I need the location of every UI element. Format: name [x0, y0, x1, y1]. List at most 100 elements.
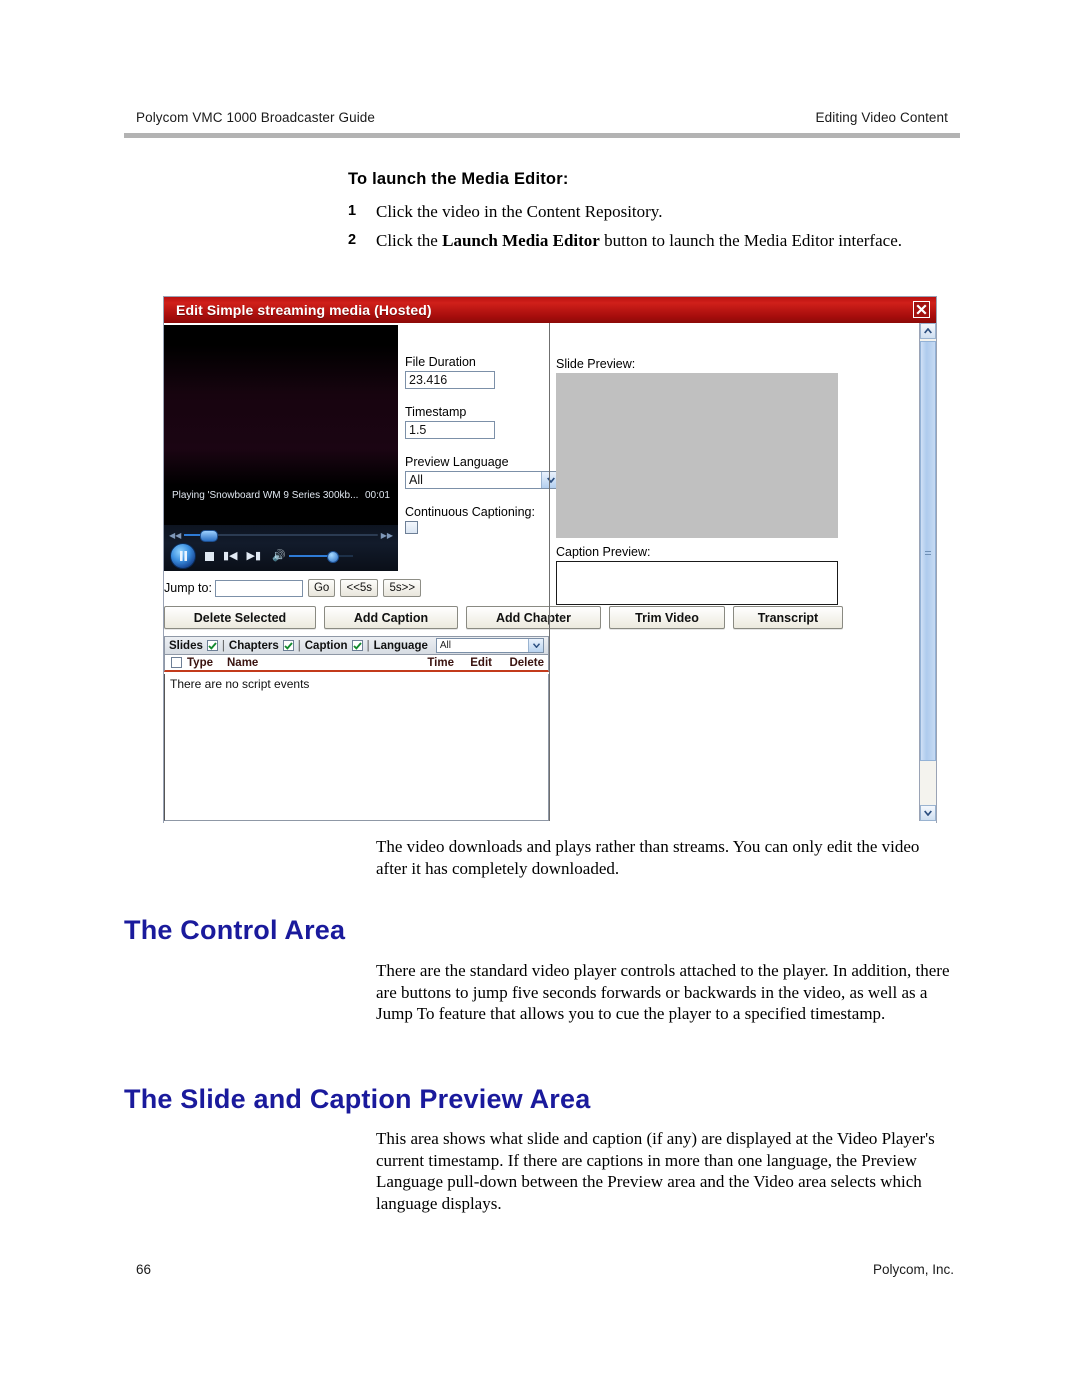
- filter-language-label: Language: [373, 639, 428, 652]
- running-head-left: Polycom VMC 1000 Broadcaster Guide: [136, 110, 376, 125]
- continuous-captioning-label: Continuous Captioning:: [405, 505, 535, 519]
- jump-to-input[interactable]: [214, 579, 303, 597]
- preview-language-select[interactable]: All: [405, 471, 560, 489]
- timestamp-input[interactable]: 1.5: [405, 421, 495, 439]
- trim-video-button[interactable]: Trim Video: [609, 606, 725, 629]
- dialog-titlebar: Edit Simple streaming media (Hosted): [164, 297, 936, 323]
- panel-divider: [549, 323, 550, 821]
- video-controls: ◀◀ ▶▶ ▮◀ ▶▮ 🔊: [164, 525, 398, 571]
- video-elapsed-time: 00:01: [364, 489, 390, 501]
- separator: |: [221, 639, 225, 652]
- procedure-heading: To launch the Media Editor:: [348, 170, 569, 188]
- add-caption-button[interactable]: Add Caption: [324, 606, 458, 629]
- action-button-row: Delete Selected Add Caption Add Chapter …: [164, 606, 843, 629]
- empty-state-message: There are no script events: [170, 677, 310, 691]
- step-text: Click the Launch Media Editor button to …: [376, 231, 902, 250]
- jump-to-row: Jump to: Go <<5s 5s>>: [164, 579, 422, 597]
- delete-selected-button[interactable]: Delete Selected: [164, 606, 316, 629]
- select-all-checkbox[interactable]: [165, 657, 187, 668]
- continuous-captioning-checkbox[interactable]: [405, 521, 418, 534]
- page-number: 66: [136, 1262, 152, 1277]
- timestamp-label: Timestamp: [405, 405, 467, 419]
- file-duration-label: File Duration: [405, 355, 476, 369]
- forward-5s-button[interactable]: 5s>>: [383, 579, 422, 597]
- dialog-title: Edit Simple streaming media (Hosted): [176, 302, 432, 318]
- chevron-down-icon[interactable]: [920, 805, 936, 821]
- column-header-edit: Edit: [470, 656, 492, 669]
- procedure-steps: 1 Click the video in the Content Reposit…: [348, 201, 948, 259]
- filter-chapters-label: Chapters: [228, 639, 279, 652]
- file-duration-input[interactable]: 23.416: [405, 371, 495, 389]
- list-item: 1 Click the video in the Content Reposit…: [348, 201, 948, 222]
- preview-language-label: Preview Language: [405, 455, 509, 469]
- volume-handle[interactable]: [326, 551, 339, 563]
- separator: |: [297, 639, 301, 652]
- filter-caption-label: Caption: [304, 639, 348, 652]
- script-filter-bar: Slides | Chapters | Caption | Language A…: [164, 636, 549, 655]
- video-status-bar: Playing 'Snowboard WM 9 Series 300kb... …: [164, 487, 398, 503]
- volume-icon[interactable]: 🔊: [272, 550, 286, 562]
- separator: |: [366, 639, 370, 652]
- slide-preview-area: [556, 373, 838, 538]
- preview-language-value: All: [409, 473, 423, 487]
- seek-bar[interactable]: ◀◀ ▶▶: [164, 528, 398, 542]
- caption-preview-label: Caption Preview:: [556, 545, 651, 559]
- volume-control[interactable]: 🔊: [272, 550, 353, 563]
- slide-preview-label: Slide Preview:: [556, 357, 636, 371]
- step-number: 2: [348, 232, 357, 248]
- footer-company: Polycom, Inc.: [872, 1262, 954, 1277]
- video-status-text: Playing 'Snowboard WM 9 Series 300kb...: [172, 489, 359, 501]
- step-number: 1: [348, 203, 357, 219]
- transcript-button[interactable]: Transcript: [733, 606, 843, 629]
- preview-language-field: Preview Language All: [405, 455, 560, 489]
- scrollbar-thumb[interactable]: [920, 341, 936, 761]
- continuous-captioning-field: Continuous Captioning:: [405, 505, 535, 534]
- pause-icon[interactable]: [170, 543, 196, 569]
- close-icon[interactable]: [913, 301, 930, 318]
- seek-track[interactable]: [184, 530, 378, 542]
- next-track-icon[interactable]: ▶▮: [247, 550, 262, 562]
- rewind-icon[interactable]: ◀◀: [169, 531, 181, 540]
- chevron-down-icon[interactable]: [528, 639, 543, 652]
- dialog-body: Playing 'Snowboard WM 9 Series 300kb... …: [164, 323, 936, 823]
- running-head: Polycom VMC 1000 Broadcaster Guide Editi…: [136, 110, 948, 125]
- section-text-control-area: There are the standard video player cont…: [376, 961, 950, 1023]
- running-head-right: Editing Video Content: [815, 110, 948, 125]
- header-rule: [124, 133, 960, 138]
- list-item: 2 Click the Launch Media Editor button t…: [348, 230, 948, 251]
- column-header-type: Type: [187, 656, 213, 669]
- previous-track-icon[interactable]: ▮◀: [223, 550, 238, 562]
- filter-language-value: All: [439, 640, 451, 651]
- scrollbar[interactable]: [919, 323, 936, 821]
- jump-to-label: Jump to:: [164, 581, 212, 595]
- stop-icon[interactable]: [205, 551, 214, 561]
- column-header-time: Time: [427, 656, 454, 669]
- section-text-preview-area: This area shows what slide and caption (…: [376, 1129, 935, 1213]
- page: Polycom VMC 1000 Broadcaster Guide Editi…: [0, 0, 1080, 1397]
- script-events-table-header: Type Name Time Edit Delete: [164, 655, 549, 672]
- column-header-name: Name: [227, 656, 259, 669]
- step-text: Click the video in the Content Repositor…: [376, 202, 663, 221]
- fast-forward-icon[interactable]: ▶▶: [381, 531, 393, 540]
- back-5s-button[interactable]: <<5s: [340, 579, 379, 597]
- section-heading-control-area: The Control Area: [124, 915, 346, 945]
- filter-language-select[interactable]: All: [435, 638, 544, 653]
- scrollbar-grip: [925, 550, 931, 552]
- volume-fill: [288, 555, 331, 557]
- page-footer: 66 Polycom, Inc.: [136, 1262, 954, 1277]
- chevron-up-icon[interactable]: [920, 323, 936, 339]
- filter-slides-label: Slides: [169, 639, 203, 652]
- volume-track[interactable]: [288, 551, 353, 563]
- video-player-surface[interactable]: Playing 'Snowboard WM 9 Series 300kb... …: [164, 325, 398, 525]
- filter-chapters-checkbox[interactable]: [282, 640, 294, 651]
- filter-slides-checkbox[interactable]: [206, 640, 218, 651]
- add-chapter-button[interactable]: Add Chapter: [466, 606, 601, 629]
- timestamp-field: Timestamp 1.5: [405, 405, 495, 439]
- transport-buttons: ▮◀ ▶▮ 🔊: [170, 543, 353, 569]
- go-button[interactable]: Go: [307, 579, 336, 597]
- caption-preview-area: [556, 561, 838, 605]
- filter-caption-checkbox[interactable]: [351, 640, 363, 651]
- column-header-delete: Delete: [509, 656, 544, 669]
- seek-handle[interactable]: [200, 530, 218, 542]
- media-editor-dialog: Edit Simple streaming media (Hosted) Pla…: [163, 296, 937, 823]
